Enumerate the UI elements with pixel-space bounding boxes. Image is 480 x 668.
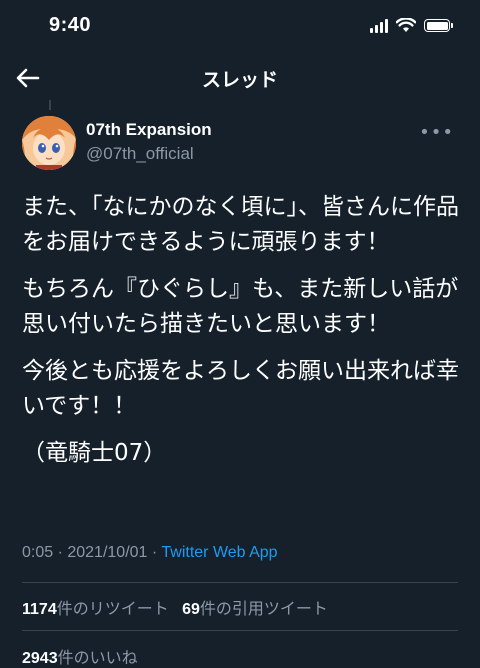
tweet-signature: （竜騎士07） (22, 440, 167, 466)
more-options-icon[interactable]: ••• (419, 122, 454, 143)
divider (22, 582, 458, 583)
system-icons (370, 18, 453, 33)
retweet-label: 件のリツイート (56, 601, 169, 618)
status-time: 9:40 (49, 14, 92, 36)
divider (22, 630, 458, 631)
tweet-timestamp[interactable]: 0:05 · 2021/10/01 · (22, 544, 161, 561)
retweet-count: 1174 (22, 601, 57, 618)
quotes-stat[interactable]: 69件の引用ツイート (182, 601, 328, 618)
quote-label: 件の引用ツイート (199, 601, 328, 618)
tweet-paragraph: 今後とも応援をよろしくお願い出来れば幸いです！！ (22, 358, 459, 419)
like-label: 件のいいね (57, 650, 138, 667)
tweet-paragraph: また、「なにかのなく頃に」、皆さんに作品をお届けできるように頑張ります！ (22, 194, 459, 255)
cellular-signal-icon (370, 18, 388, 33)
battery-icon (424, 19, 453, 32)
author-name[interactable]: 07th Expansion (86, 120, 212, 140)
tweet-text: また、「なにかのなく頃に」、皆さんに作品をお届けできるように頑張ります！ もちろ… (22, 190, 462, 483)
quote-count: 69 (182, 601, 200, 618)
tweet-paragraph: もちろん『ひぐらし』も、また新しい話が思い付いたら描きたいと思います！ (22, 276, 459, 337)
tweet-header: 07th Expansion @07th_official ••• (22, 116, 458, 176)
source-app-link[interactable]: Twitter Web App (161, 544, 277, 561)
like-count: 2943 (22, 650, 58, 667)
likes-stat[interactable]: 2943件のいいね (22, 650, 138, 667)
retweets-stat[interactable]: 1174件のリツイート (22, 601, 169, 618)
wifi-icon (396, 18, 416, 32)
likes-stats: 2943件のいいね (22, 644, 138, 668)
thread-connector-line (49, 100, 51, 110)
author-handle[interactable]: @07th_official (86, 144, 194, 164)
engagement-stats: 1174件のリツイート 69件の引用ツイート (22, 595, 328, 619)
avatar[interactable] (22, 116, 76, 170)
top-bar: スレッド (0, 58, 480, 98)
tweet-meta: 0:05 · 2021/10/01 · Twitter Web App (22, 544, 278, 562)
page-title: スレッド (201, 69, 278, 91)
status-bar: 9:40 (0, 0, 480, 55)
